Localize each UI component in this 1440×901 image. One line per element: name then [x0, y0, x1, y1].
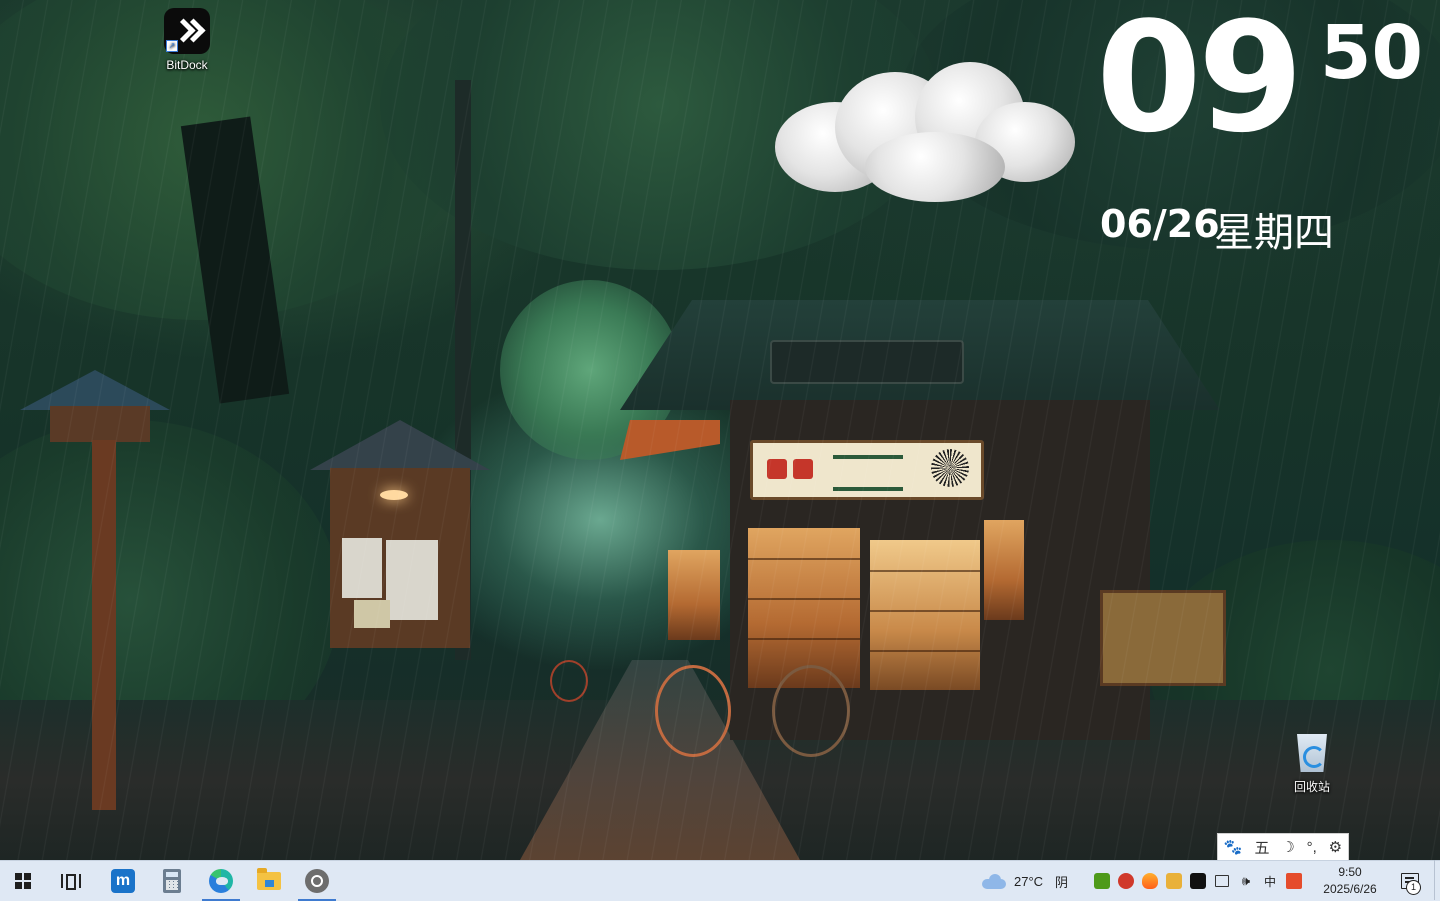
desktop-icon-label: 回收站: [1293, 780, 1330, 794]
flame-icon[interactable]: [1142, 873, 1158, 889]
recycle-bin-icon: [1293, 728, 1331, 774]
taskbar-time: 9:50: [1338, 865, 1362, 879]
punctuation-icon[interactable]: °,: [1307, 839, 1317, 856]
wallpaper-post: [92, 440, 116, 810]
red-app-icon[interactable]: [1118, 873, 1134, 889]
taskbar-weather[interactable]: 27°C 阴: [982, 861, 1068, 901]
taskbar-circle-app[interactable]: [294, 861, 340, 901]
desktop-icon-bitdock[interactable]: ↗ BitDock: [149, 8, 225, 72]
bitdock-icon: ↗: [164, 8, 210, 54]
shortcut-arrow-icon: ↗: [166, 40, 178, 52]
desktop-icon-label: BitDock: [166, 58, 208, 72]
wallpaper-bicycle-wheel: [655, 665, 731, 757]
ime-toolbar[interactable]: 🐾 五 ☽ °, ⚙: [1217, 833, 1349, 861]
show-desktop-button[interactable]: [1434, 860, 1440, 900]
wallpaper-notice-board: [310, 420, 490, 650]
weather-temp: 27°C: [1014, 873, 1044, 889]
weather-condition: 阴: [1055, 874, 1069, 890]
ime-indicator[interactable]: 中: [1262, 873, 1278, 889]
circle-app-icon: [305, 869, 329, 893]
clock-date: 06/26: [1100, 202, 1220, 246]
clock-hour: 09: [1096, 0, 1304, 166]
notification-count-badge: 1: [1406, 880, 1421, 895]
calculator-icon: [163, 869, 181, 893]
taskbar-file-explorer[interactable]: [246, 861, 292, 901]
m-app-icon: m: [111, 869, 135, 893]
wallpaper-bicycle-wheel: [772, 665, 850, 757]
clock-minute: 50: [1320, 10, 1423, 96]
taskbar-calculator[interactable]: [149, 861, 195, 901]
card-icon[interactable]: [1166, 873, 1182, 889]
edge-icon: [209, 869, 233, 893]
paw-icon[interactable]: 🐾: [1224, 838, 1243, 856]
ime-mode-button[interactable]: 五: [1254, 837, 1269, 858]
taskbar: m 27°C 阴 🕪 中 9:50 2025/6/26: [0, 860, 1440, 901]
cloud-icon: [775, 62, 1075, 212]
clock-weekday: 星期四: [1214, 210, 1334, 256]
wallpaper-mailbox: [20, 370, 170, 442]
wallpaper-bicycle-wheel: [550, 660, 588, 702]
bitdock-icon[interactable]: [1190, 873, 1206, 889]
clock-widget: 09 50 06/26 星期四: [1092, 2, 1432, 257]
nvidia-icon[interactable]: [1094, 873, 1110, 889]
task-view-button[interactable]: [48, 861, 94, 901]
taskbar-clock[interactable]: 9:50 2025/6/26: [1314, 861, 1386, 901]
moon-icon[interactable]: ☽: [1281, 838, 1294, 856]
folder-icon: [257, 868, 281, 890]
start-button[interactable]: [0, 861, 46, 901]
windows-logo-icon: [15, 873, 31, 889]
cloud-icon: [982, 874, 1006, 889]
baidu-icon[interactable]: [1286, 873, 1302, 889]
taskbar-edge[interactable]: [198, 861, 244, 901]
desktop-icon-recycle-bin[interactable]: 回收站: [1274, 728, 1350, 795]
task-view-icon: [61, 874, 81, 890]
taskbar-app-m[interactable]: m: [100, 861, 146, 901]
network-icon[interactable]: [1214, 873, 1230, 889]
taskbar-date: 2025/6/26: [1323, 882, 1377, 896]
gear-icon[interactable]: ⚙: [1329, 838, 1342, 856]
system-tray: 🕪 中: [1090, 861, 1306, 901]
volume-icon[interactable]: 🕪: [1238, 873, 1254, 889]
